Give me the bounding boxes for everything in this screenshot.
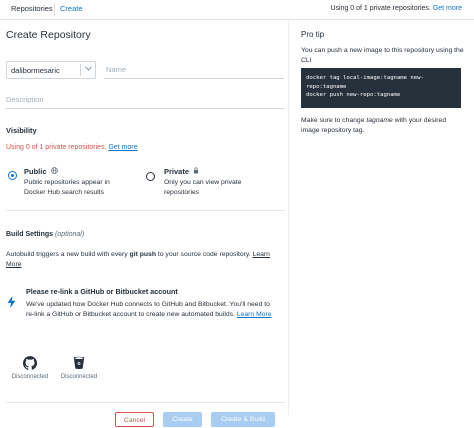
private-radio[interactable] [146, 172, 155, 181]
bitbucket-status: Disconnected [60, 374, 98, 380]
public-desc-line-2: Docker Hub search results [24, 188, 105, 196]
description-input[interactable] [6, 91, 284, 109]
build-settings-heading: Build Settings (optional) [6, 231, 84, 238]
build-settings-description: Autobuild triggers a new build with ever… [6, 250, 276, 269]
github-provider[interactable]: Disconnected [10, 356, 50, 380]
create-and-build-button[interactable]: Create & Build [211, 412, 275, 427]
autobuild-text-2: to your source code repository. [157, 251, 251, 258]
tab-repositories[interactable]: Repositories [11, 4, 53, 13]
tip-note-tagname: tagname [366, 117, 393, 124]
page-title: Create Repository [6, 29, 91, 41]
tab-create[interactable]: Create [60, 4, 83, 13]
private-desc-line-2: repositories [164, 188, 200, 196]
panel-divider [288, 20, 289, 415]
code-line-3: docker push new-repo:tagname [306, 92, 401, 98]
get-more-link[interactable]: Get more [433, 5, 462, 12]
private-desc-line-1: Only you can view private [164, 179, 242, 186]
bitbucket-provider[interactable]: Disconnected [59, 356, 99, 380]
public-radio[interactable] [8, 171, 17, 180]
private-option-title[interactable]: Private [164, 167, 199, 176]
namespace-value: dalibormesaric [11, 66, 60, 75]
github-status: Disconnected [11, 374, 49, 380]
pro-tip-text: You can push a new image to this reposit… [301, 47, 464, 64]
optional-label: (optional) [55, 231, 85, 238]
top-bar: Repositories Create Using 0 of 1 private… [0, 0, 474, 20]
autobuild-text-1: Autobuild triggers a new build with ever… [6, 251, 128, 258]
chevron-down-icon[interactable] [83, 63, 93, 75]
create-button[interactable]: Create [163, 412, 202, 427]
tip-note-1: Make sure to change [301, 117, 365, 124]
usage-info: Using 0 of 1 private repositories. Get m… [330, 5, 462, 12]
private-description: Only you can view private repositories [164, 178, 241, 197]
cli-code-block: docker tag local-image:tagname new- repo… [301, 68, 461, 108]
autobuild-git-push: git push [129, 251, 156, 258]
repository-name-input[interactable] [104, 61, 284, 79]
relink-learn-more-link[interactable]: Learn More [237, 311, 272, 318]
github-icon [22, 356, 38, 370]
usage-text: Using 0 of 1 private repositories. [330, 5, 431, 12]
code-line-1: docker tag local-image:tagname new- [306, 75, 424, 81]
public-description: Public repositories appear in Docker Hub… [24, 178, 110, 197]
cancel-button[interactable]: Cancel [115, 412, 154, 427]
public-desc-line-1: Public repositories appear in [24, 179, 110, 186]
pro-tip-title: Pro tip [301, 30, 325, 39]
public-option-title[interactable]: Public [24, 167, 58, 176]
build-settings-title: Build Settings [6, 231, 54, 238]
bitbucket-icon [72, 356, 86, 370]
relink-title: Please re-link a GitHub or Bitbucket acc… [26, 287, 178, 296]
pro-tip-panel: Pro tip You can push a new image to this… [296, 20, 474, 415]
relink-description: We've updated how Docker Hub connects to… [26, 300, 278, 319]
visibility-heading: Visibility [6, 126, 37, 135]
select-separator [80, 64, 81, 76]
visibility-warning: Using 0 of 1 private repositories. Get m… [6, 144, 138, 151]
lock-icon [193, 167, 199, 176]
footer-divider [6, 402, 285, 403]
relink-text: We've updated how Docker Hub connects to… [26, 301, 270, 318]
visibility-warning-text: Using 0 of 1 private repositories. [6, 144, 107, 151]
globe-icon [50, 167, 58, 176]
private-label: Private [164, 167, 190, 176]
visibility-get-more-link[interactable]: Get more [108, 144, 137, 151]
namespace-select[interactable]: dalibormesaric [6, 61, 96, 79]
pro-tip-note: Make sure to change tagname with your de… [301, 116, 466, 135]
code-line-2: repo:tagname [306, 83, 347, 90]
tab-divider [54, 3, 55, 16]
create-repository-form: Create Repository dalibormesaric Visibil… [0, 20, 287, 427]
lightning-icon [7, 296, 16, 311]
public-label: Public [24, 167, 47, 176]
section-divider [6, 210, 285, 211]
